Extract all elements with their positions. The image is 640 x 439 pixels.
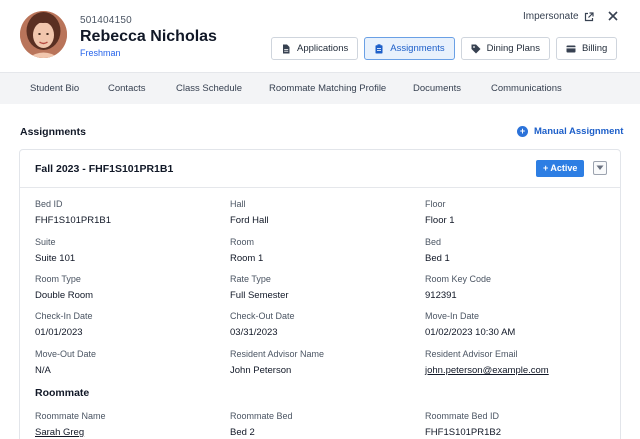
field-label: Rate Type xyxy=(230,274,271,284)
field-value: Floor 1 xyxy=(425,215,455,226)
field-suite: Suite Suite 101 xyxy=(35,237,225,264)
tab-communications[interactable]: Communications xyxy=(491,83,562,94)
field-move-in-date: Move-In Date 01/02/2023 10:30 AM xyxy=(425,311,615,338)
close-icon[interactable] xyxy=(606,9,620,23)
tab-class-schedule[interactable]: Class Schedule xyxy=(176,83,242,94)
field-bed-id: Bed ID FHF1S101PR1B1 xyxy=(35,199,225,226)
field-label: Move-Out Date xyxy=(35,349,97,359)
field-value: Double Room xyxy=(35,290,94,301)
clipboard-icon xyxy=(375,43,383,53)
field-resident-advisor-name: Resident Advisor Name John Peterson xyxy=(230,349,420,376)
field-floor: Floor Floor 1 xyxy=(425,199,615,226)
field-check-in-date: Check-In Date 01/01/2023 xyxy=(35,311,225,338)
plus-circle-icon: + xyxy=(517,126,528,137)
field-label: Suite xyxy=(35,237,56,247)
field-value: 01/02/2023 10:30 AM xyxy=(425,327,516,338)
field-roommate-bed-id: Roommate Bed ID FHF1S101PR1B2 xyxy=(425,411,615,438)
field-label: Resident Advisor Email xyxy=(425,349,518,359)
field-label: Check-In Date xyxy=(35,311,93,321)
tab-contacts[interactable]: Contacts xyxy=(108,83,146,94)
tab-student-bio[interactable]: Student Bio xyxy=(30,83,79,94)
dining-plans-label: Dining Plans xyxy=(486,43,540,54)
chevron-down-icon xyxy=(596,165,604,170)
external-link-icon xyxy=(584,11,594,21)
field-label: Hall xyxy=(230,199,246,209)
field-label: Floor xyxy=(425,199,446,209)
field-label: Roommate Name xyxy=(35,411,106,421)
field-value: Room 1 xyxy=(230,253,264,264)
field-label: Room Key Code xyxy=(425,274,492,284)
field-label: Check-Out Date xyxy=(230,311,295,321)
field-label: Resident Advisor Name xyxy=(230,349,325,359)
tab-documents[interactable]: Documents xyxy=(413,83,461,94)
field-value: 03/31/2023 xyxy=(230,327,278,338)
field-label: Bed ID xyxy=(35,199,63,209)
profile-tabs: Student Bio Contacts Class Schedule Room… xyxy=(0,72,640,104)
field-room-type: Room Type Double Room xyxy=(35,274,225,301)
roommate-title: Roommate xyxy=(35,387,90,399)
tag-icon xyxy=(471,44,481,53)
manual-assignment-button[interactable]: + Manual Assignment xyxy=(517,126,623,137)
field-room-key-code: Room Key Code 912391 xyxy=(425,274,615,301)
field-label: Room Type xyxy=(35,274,81,284)
assignment-card-header: Fall 2023 - FHF1S101PR1B1 + Active xyxy=(20,150,620,188)
field-check-out-date: Check-Out Date 03/31/2023 xyxy=(230,311,420,338)
roommate-name-link[interactable]: Sarah Greg xyxy=(35,427,225,438)
field-value: FHF1S101PR1B1 xyxy=(35,215,112,226)
status-badge[interactable]: + Active xyxy=(536,160,585,177)
field-value: Bed 1 xyxy=(425,253,450,264)
applications-button[interactable]: Applications xyxy=(271,37,359,60)
field-value: Ford Hall xyxy=(230,215,269,226)
tab-roommate-matching-profile[interactable]: Roommate Matching Profile xyxy=(269,83,386,94)
assignment-title: Fall 2023 - FHF1S101PR1B1 xyxy=(35,163,174,175)
assignment-card: Fall 2023 - FHF1S101PR1B1 + Active Bed I… xyxy=(19,149,621,439)
field-value: 912391 xyxy=(425,290,457,301)
card-menu-button[interactable] xyxy=(593,161,607,175)
document-icon xyxy=(283,44,290,53)
dining-plans-button[interactable]: Dining Plans xyxy=(460,37,550,60)
field-value: Full Semester xyxy=(230,290,289,301)
field-room: Room Room 1 xyxy=(230,237,420,264)
field-move-out-date: Move-Out Date N/A xyxy=(35,349,225,376)
card-icon xyxy=(566,45,576,52)
field-label: Roommate Bed ID xyxy=(425,411,500,421)
field-rate-type: Rate Type Full Semester xyxy=(230,274,420,301)
field-value: FHF1S101PR1B2 xyxy=(425,427,502,438)
field-label: Move-In Date xyxy=(425,311,480,321)
assignments-button[interactable]: Assignments xyxy=(364,37,455,60)
applications-label: Applications xyxy=(297,43,349,54)
manual-assignment-label: Manual Assignment xyxy=(534,126,624,137)
field-hall: Hall Ford Hall xyxy=(230,199,420,226)
field-value: Bed 2 xyxy=(230,427,255,438)
student-header: 501404150 Rebecca Nicholas Freshman Impe… xyxy=(0,0,640,72)
assignments-label: Assignments xyxy=(390,43,445,54)
field-label: Bed xyxy=(425,237,442,247)
student-level: Freshman xyxy=(80,48,121,58)
field-bed: Bed Bed 1 xyxy=(425,237,615,264)
field-resident-advisor-email: Resident Advisor Email john.peterson@exa… xyxy=(425,349,615,376)
student-id: 501404150 xyxy=(80,15,132,26)
advisor-email-link[interactable]: john.peterson@example.com xyxy=(425,365,615,376)
impersonate-label: Impersonate xyxy=(523,11,579,22)
student-name: Rebecca Nicholas xyxy=(80,28,217,45)
impersonate-link[interactable]: Impersonate xyxy=(523,11,594,22)
field-roommate-name: Roommate Name Sarah Greg xyxy=(35,411,225,438)
field-value: John Peterson xyxy=(230,365,292,376)
avatar xyxy=(20,11,67,58)
field-label: Roommate Bed xyxy=(230,411,293,421)
field-value: Suite 101 xyxy=(35,253,76,264)
field-label: Room xyxy=(230,237,255,247)
avatar-image xyxy=(20,11,67,58)
billing-button[interactable]: Billing xyxy=(555,37,618,60)
field-value: N/A xyxy=(35,365,51,376)
field-roommate-bed: Roommate Bed Bed 2 xyxy=(230,411,420,438)
record-nav-buttons: Applications Assignments Dining Plans Bi… xyxy=(271,37,618,60)
field-value: 01/01/2023 xyxy=(35,327,83,338)
billing-label: Billing xyxy=(581,43,608,54)
section-title: Assignments xyxy=(20,126,86,138)
